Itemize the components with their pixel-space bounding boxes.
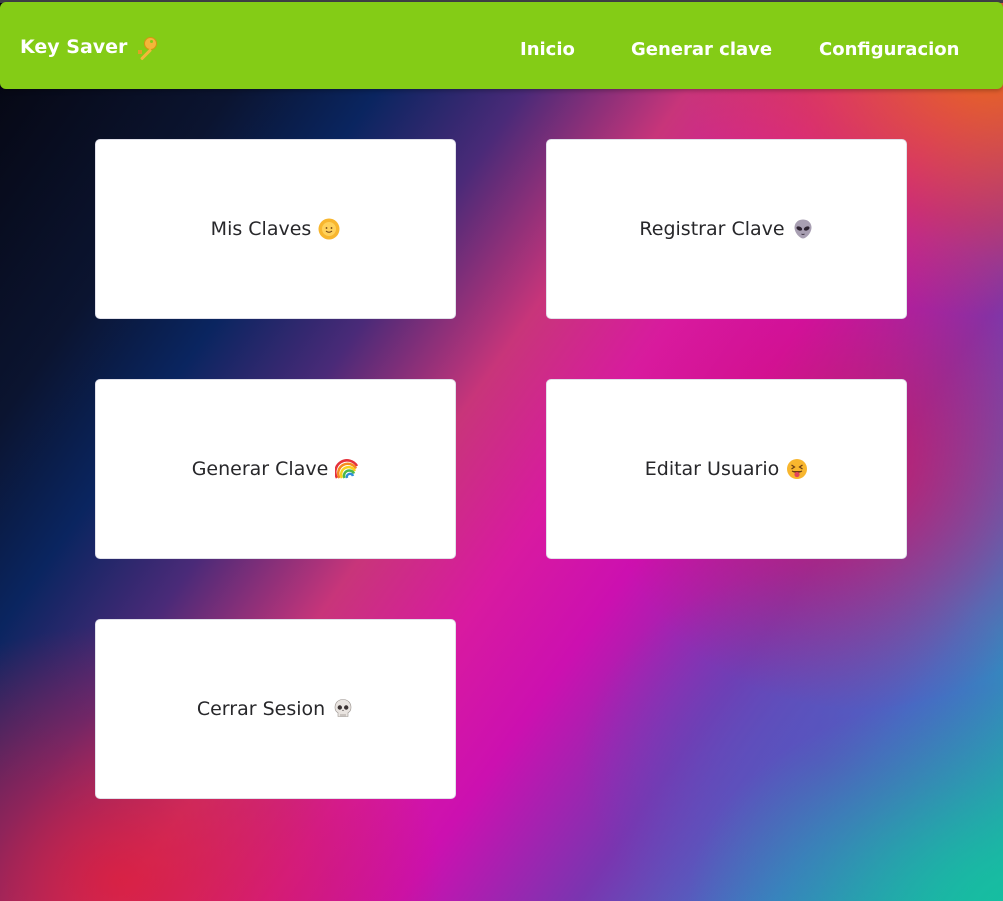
card-generar-clave[interactable]: Generar Clave — [95, 379, 456, 559]
nav-link-configuracion[interactable]: Configuracion — [819, 39, 959, 60]
alien-icon — [794, 219, 812, 239]
key-icon — [135, 37, 158, 61]
navbar: Key Saver Inicio Generar clave Configura… — [0, 2, 1003, 89]
nav-link-generar-clave[interactable]: Generar clave — [631, 39, 772, 60]
card-mis-claves[interactable]: Mis Claves — [95, 139, 456, 319]
card-registrar-clave[interactable]: Registrar Clave — [546, 139, 907, 319]
rainbow-icon — [335, 459, 359, 479]
card-label: Editar Usuario — [644, 458, 780, 480]
card-editar-usuario[interactable]: Editar Usuario — [546, 379, 907, 559]
skull-icon — [334, 699, 352, 717]
tongue-out-face-icon — [787, 459, 808, 479]
nav-link-inicio[interactable]: Inicio — [520, 39, 575, 60]
brand-name: Key Saver — [20, 36, 128, 58]
sun-with-face-icon — [318, 218, 340, 240]
card-label: Mis Claves — [210, 218, 312, 240]
card-cerrar-sesion[interactable]: Cerrar Sesion — [95, 619, 456, 799]
card-label: Registrar Clave — [639, 218, 785, 240]
brand-logo[interactable]: Key Saver — [20, 36, 158, 61]
card-label: Cerrar Sesion — [196, 698, 326, 720]
card-label: Generar Clave — [191, 458, 329, 480]
